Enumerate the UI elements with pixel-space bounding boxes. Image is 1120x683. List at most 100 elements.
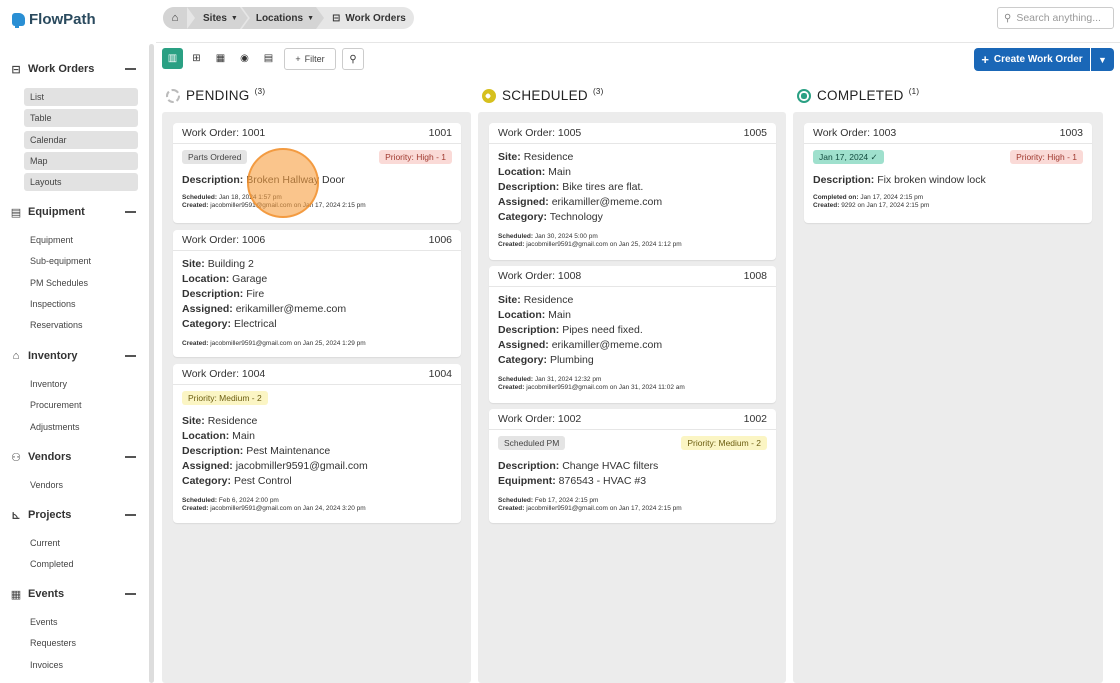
sidebar-item-requesters[interactable]: Requesters — [24, 634, 138, 652]
priority-badge: Priority: Medium - 2 — [681, 436, 767, 450]
assigned-field: Assigned: erikamiller@meme.com — [498, 196, 663, 208]
sidebar-item-invoices[interactable]: Invoices — [24, 656, 138, 674]
sidebar-item-equipment[interactable]: Equipment — [24, 231, 138, 249]
app-logo[interactable]: FlowPath — [12, 11, 96, 28]
site-field: Site: Residence — [498, 151, 574, 163]
scheduled-meta: Scheduled: Jan 31, 2024 12:32 pm — [498, 376, 602, 383]
sidebar-item-list[interactable]: List — [24, 88, 138, 106]
assigned-field: Assigned: jacobmiller9591@gmail.com — [182, 460, 368, 472]
app-name: FlowPath — [29, 11, 96, 28]
create-work-order-button[interactable]: + Create Work Order — [974, 48, 1090, 71]
card-header: Work Order: 1006 1006 — [173, 230, 461, 251]
warehouse-icon: ⌂ — [12, 350, 20, 362]
breadcrumb-locations[interactable]: Locations ▼ — [242, 7, 324, 29]
board-view-icon[interactable]: ▥ — [162, 48, 183, 69]
sidebar-item-sub-equipment[interactable]: Sub-equipment — [24, 252, 138, 270]
collapse-icon[interactable] — [125, 355, 136, 357]
sidebar-item-vendors[interactable]: Vendors — [24, 476, 138, 494]
scheduled-status-icon — [482, 88, 496, 103]
category-field: Category: Pest Control — [182, 475, 292, 487]
card-header: Work Order: 1002 1002 — [489, 409, 776, 430]
home-icon[interactable]: ⌂ — [163, 7, 187, 29]
sidebar-item-current[interactable]: Current — [24, 534, 138, 552]
plus-icon: + — [981, 52, 989, 67]
sidebar-item-pm-schedules[interactable]: PM Schedules — [24, 274, 138, 292]
sidebar-item-adjustments[interactable]: Adjustments — [24, 418, 138, 436]
work-order-card[interactable]: Work Order: 1001 1001 Parts Ordered Prio… — [173, 123, 461, 223]
collapse-icon[interactable] — [125, 456, 136, 458]
filter-button[interactable]: + Filter — [284, 48, 336, 70]
work-order-card[interactable]: Work Order: 1004 1004 Priority: Medium -… — [173, 364, 461, 523]
people-icon: ⚇ — [11, 451, 21, 464]
nav-head-projects[interactable]: ⊾ Projects — [0, 505, 146, 525]
breadcrumb-sites[interactable]: Sites ▼ — [187, 7, 248, 29]
sidebar-item-inspections[interactable]: Inspections — [24, 295, 138, 313]
kanban-column-completed: Work Order: 1003 1003 Jan 17, 2024 ✓ Pri… — [793, 112, 1103, 683]
sidebar-item-completed[interactable]: Completed — [24, 555, 138, 573]
nav-head-work-orders[interactable]: ⊟ Work Orders — [0, 59, 146, 79]
search-button[interactable]: ⚲ — [342, 48, 364, 70]
breadcrumb-current: ⊟ Work Orders — [332, 12, 406, 24]
search-input[interactable] — [1016, 12, 1109, 24]
sidebar: FlowPath ⊟ Work Orders List Table Calend… — [0, 0, 156, 683]
top-bar: ⌂ Sites ▼ Locations ▼ ⊟ Work Orders ⚲ — [156, 0, 1120, 43]
chevron-down-icon: ▼ — [1098, 54, 1107, 65]
collapse-icon[interactable] — [125, 211, 136, 213]
priority-badge: Priority: High - 1 — [1010, 150, 1083, 164]
status-badge: Parts Ordered — [182, 150, 248, 164]
sidebar-item-table[interactable]: Table — [24, 109, 138, 128]
work-order-card[interactable]: Work Order: 1006 1006 Site: Building 2 L… — [173, 230, 461, 357]
globe-view-icon[interactable]: ◉ — [234, 48, 255, 69]
collapse-icon[interactable] — [125, 593, 136, 595]
nav-head-inventory[interactable]: ⌂ Inventory — [0, 346, 146, 366]
description-field: Description: Change HVAC filters — [498, 460, 659, 472]
sidebar-item-calendar[interactable]: Calendar — [24, 130, 138, 149]
pending-status-icon — [166, 88, 180, 103]
nav-head-equipment[interactable]: ▤ Equipment — [0, 202, 146, 222]
column-header-scheduled: SCHEDULED (3) — [482, 87, 604, 103]
completed-meta: Completed on: Jan 17, 2024 2:15 pm — [813, 194, 924, 201]
created-meta: Created: jacobmiller9591@gmail.com on Ja… — [182, 505, 366, 512]
scheduled-meta: Scheduled: Feb 17, 2024 2:15 pm — [498, 497, 599, 504]
nav-head-vendors[interactable]: ⚇ Vendors — [0, 447, 146, 467]
work-order-card[interactable]: Work Order: 1008 1008 Site: Residence Lo… — [489, 266, 776, 403]
sidebar-item-procurement[interactable]: Procurement — [24, 396, 138, 414]
card-header: Work Order: 1004 1004 — [173, 364, 461, 385]
card-header: Work Order: 1005 1005 — [489, 123, 776, 144]
site-field: Site: Building 2 — [182, 258, 254, 270]
description-field: Description: Pest Maintenance — [182, 445, 331, 457]
work-order-card[interactable]: Work Order: 1003 1003 Jan 17, 2024 ✓ Pri… — [804, 123, 1092, 223]
create-options-dropdown[interactable]: ▼ — [1091, 48, 1114, 71]
calendar-icon: ▦ — [10, 588, 22, 601]
table-view-icon[interactable]: ⊞ — [186, 48, 207, 69]
completed-status-icon — [797, 88, 811, 103]
description-field: Description: Pipes need fixed. — [498, 324, 643, 336]
description-field: Description: Broken Hallway Door — [182, 174, 345, 186]
chevron-down-icon: ▼ — [307, 14, 315, 22]
search-icon: ⚲ — [1004, 12, 1012, 24]
sidebar-item-layouts[interactable]: Layouts — [24, 173, 138, 192]
sidebar-item-map[interactable]: Map — [24, 151, 138, 170]
sidebar-item-inventory[interactable]: Inventory — [24, 375, 138, 393]
category-field: Category: Plumbing — [498, 354, 594, 366]
priority-badge: Priority: High - 1 — [379, 150, 452, 164]
created-meta: Created: jacobmiller9591@gmail.com on Ja… — [498, 505, 682, 512]
completed-date-badge: Jan 17, 2024 ✓ — [813, 150, 884, 164]
collapse-icon[interactable] — [125, 68, 136, 70]
work-order-card[interactable]: Work Order: 1002 1002 Scheduled PM Prior… — [489, 409, 776, 523]
sidebar-scrollbar[interactable] — [149, 44, 154, 683]
nav-section-vendors: ⚇ Vendors Vendors — [0, 447, 146, 497]
card-header: Work Order: 1001 1001 — [173, 123, 461, 144]
equipment-field: Equipment: 876543 - HVAC #3 — [498, 475, 647, 487]
calendar-view-icon[interactable]: ▦ — [210, 48, 231, 69]
sidebar-item-events[interactable]: Events — [24, 613, 138, 631]
nav-head-events[interactable]: ▦ Events — [0, 584, 146, 604]
breadcrumb: ⌂ Sites ▼ Locations ▼ ⊟ Work Orders — [163, 7, 414, 29]
global-search[interactable]: ⚲ — [997, 7, 1114, 29]
map-view-icon[interactable]: ▤ — [258, 48, 279, 69]
site-field: Site: Residence — [182, 415, 258, 427]
category-field: Category: Technology — [498, 211, 603, 223]
sidebar-item-reservations[interactable]: Reservations — [24, 316, 138, 334]
collapse-icon[interactable] — [125, 514, 136, 516]
work-order-card[interactable]: Work Order: 1005 1005 Site: Residence Lo… — [489, 123, 776, 260]
